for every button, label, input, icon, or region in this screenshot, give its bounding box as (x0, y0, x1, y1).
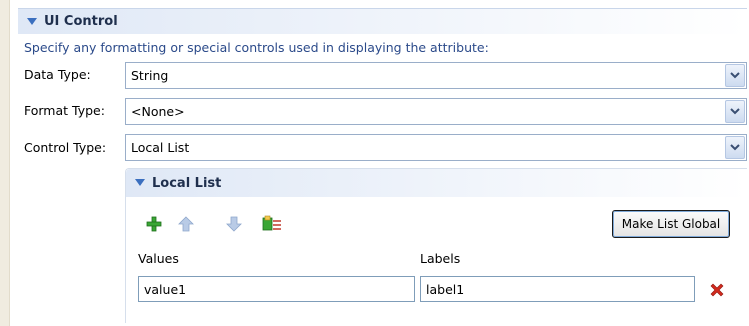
arrow-up-icon[interactable] (176, 214, 196, 234)
section-title: UI Control (44, 14, 118, 29)
chevron-down-icon[interactable] (725, 136, 745, 159)
left-rail (0, 0, 10, 326)
control-type-value: Local List (131, 140, 190, 155)
format-type-label: Format Type: (24, 103, 105, 118)
value-input[interactable] (138, 276, 415, 302)
chevron-down-icon[interactable] (725, 64, 745, 87)
format-type-value: <None> (131, 104, 185, 119)
plus-icon[interactable] (144, 214, 164, 234)
labels-column-label: Labels (420, 251, 461, 266)
values-column-label: Values (138, 251, 179, 266)
control-type-label: Control Type: (24, 140, 107, 155)
chevron-down-icon[interactable] (725, 100, 745, 123)
make-list-global-button[interactable]: Make List Global (612, 210, 730, 238)
local-list-title: Local List (152, 175, 222, 191)
data-type-combo[interactable]: String (125, 62, 747, 89)
collapse-triangle-icon[interactable] (24, 14, 40, 30)
format-type-combo[interactable]: <None> (125, 98, 747, 125)
edit-list-icon[interactable] (262, 214, 282, 234)
local-list-section-header[interactable]: Local List (126, 169, 747, 197)
label-input[interactable] (420, 276, 695, 302)
ui-control-section-header[interactable]: UI Control (18, 8, 747, 34)
collapse-triangle-icon[interactable] (132, 175, 148, 191)
section-description: Specify any formatting or special contro… (24, 40, 489, 55)
control-type-combo[interactable]: Local List (125, 134, 747, 161)
arrow-down-icon[interactable] (224, 214, 244, 234)
delete-x-icon[interactable] (706, 279, 728, 301)
data-type-label: Data Type: (24, 67, 91, 82)
data-type-value: String (131, 68, 169, 83)
